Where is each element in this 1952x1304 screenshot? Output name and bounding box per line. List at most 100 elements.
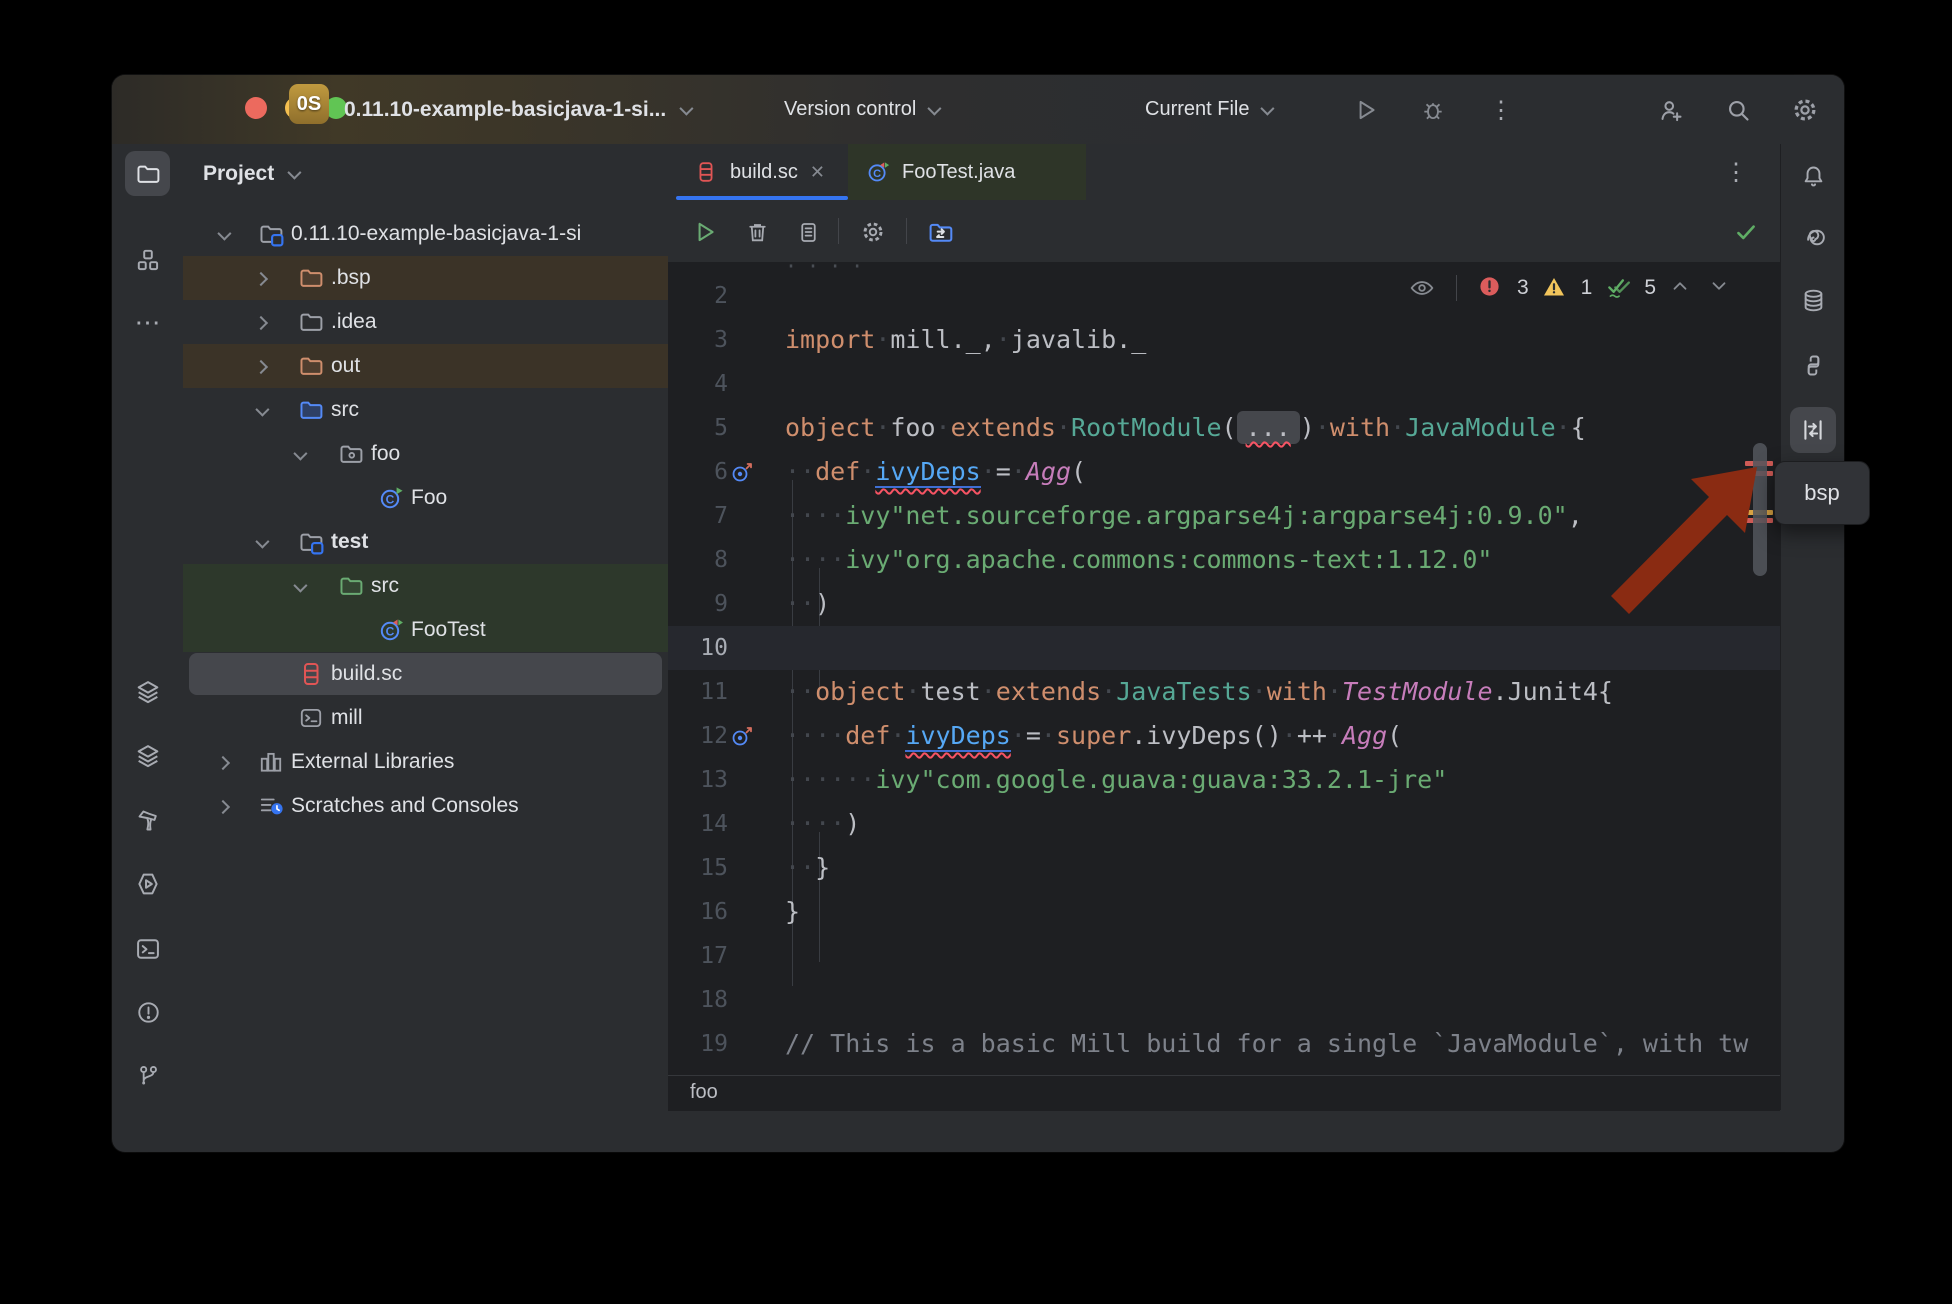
code-line-10[interactable]: 10: [668, 626, 1780, 670]
line-number: 7: [668, 494, 728, 538]
code-line-15[interactable]: 15··}: [668, 846, 1780, 890]
override-gutter-icon[interactable]: [730, 459, 756, 485]
next-problem-icon[interactable]: [1708, 275, 1734, 301]
load-changes-button[interactable]: [922, 214, 958, 250]
settings-button[interactable]: [1788, 93, 1822, 127]
chevron-right-icon[interactable]: [216, 756, 230, 770]
tree-row-external-libraries[interactable]: External Libraries: [183, 740, 668, 784]
more-toolwindows-button[interactable]: ⋯: [130, 304, 166, 340]
tab-options-icon[interactable]: ⋮: [1724, 144, 1748, 200]
highlighting-eye-icon[interactable]: [1409, 275, 1435, 301]
code-text: ····def·ivyDeps·=·super.ivyDeps()·++·Agg…: [785, 714, 1402, 758]
chevron-right-icon[interactable]: [254, 316, 268, 330]
tab-build-sc[interactable]: build.sc ✕: [676, 144, 848, 200]
breadcrumb-bar: foo: [668, 1075, 1780, 1111]
code-line-16[interactable]: 16}: [668, 890, 1780, 934]
problems-toolwindow-button[interactable]: [130, 994, 166, 1030]
git-toolwindow-button[interactable]: [130, 1058, 166, 1094]
search-everywhere-button[interactable]: [1721, 93, 1755, 127]
close-window-button[interactable]: [245, 97, 267, 119]
chevron-down-icon[interactable]: [255, 403, 269, 417]
code-area[interactable]: ···· 23import·mill._,·javalib._45object·…: [668, 262, 1780, 1075]
chevron-down-icon[interactable]: [255, 535, 269, 549]
code-line-6[interactable]: 6··def·ivyDeps·=·Agg(: [668, 450, 1780, 494]
tree-row-test[interactable]: test: [183, 520, 668, 564]
code-line-5[interactable]: 5object·foo·extends·RootModule(...)·with…: [668, 406, 1780, 450]
close-tab-icon[interactable]: ✕: [810, 162, 825, 183]
chevron-right-icon[interactable]: [254, 272, 268, 286]
code-line-8[interactable]: 8····ivy"org.apache.commons:commons-text…: [668, 538, 1780, 582]
project-icon: 0S: [289, 84, 329, 124]
chevron-down-icon[interactable]: [293, 579, 307, 593]
tree-row-mill[interactable]: mill: [183, 696, 668, 740]
debug-button[interactable]: [1416, 93, 1450, 127]
services-toolwindow-button[interactable]: [130, 866, 166, 902]
code-text: ····): [785, 802, 860, 846]
code-line-11[interactable]: 11··object·test·extends·JavaTests·with·T…: [668, 670, 1780, 714]
run-file-button[interactable]: [687, 214, 723, 250]
tab-footest-java[interactable]: C FooTest.java: [848, 144, 1086, 200]
tree-row-scratches-and-consoles[interactable]: Scratches and Consoles: [183, 784, 668, 828]
line-number: 12: [668, 714, 728, 758]
tree-row-foo[interactable]: CFoo: [183, 476, 668, 520]
folded-region[interactable]: ...: [1237, 411, 1300, 444]
dependencies-toolwindow-button[interactable]: [130, 674, 166, 710]
error-count: 3: [1517, 276, 1529, 300]
breadcrumb[interactable]: foo: [690, 1076, 718, 1109]
notifications-toolwindow-button[interactable]: [1795, 158, 1831, 194]
chevron-down-icon[interactable]: [293, 447, 307, 461]
build-toolwindow-button[interactable]: [130, 802, 166, 838]
tree-item-label: External Libraries: [291, 740, 454, 784]
project-toolwindow-button[interactable]: [125, 151, 170, 196]
tree-item-label: 0.11.10-example-basicjava-1-si: [291, 212, 581, 256]
code-line-12[interactable]: 12 ····def·ivyDeps·=·super.ivyDeps()·++·A…: [668, 714, 1780, 758]
code-line-18[interactable]: 18: [668, 978, 1780, 1022]
tree-row--idea[interactable]: .idea: [183, 300, 668, 344]
chevron-right-icon[interactable]: [216, 800, 230, 814]
project-switcher[interactable]: 0.11.10-example-basicjava-1-si...: [344, 75, 690, 144]
vcs-widget[interactable]: Version control: [784, 75, 938, 144]
code-line-19[interactable]: 19// This is a basic Mill build for a si…: [668, 1022, 1780, 1066]
build-settings-button[interactable]: [855, 214, 891, 250]
tree-item-label: test: [331, 520, 368, 564]
svg-text:C: C: [873, 168, 881, 180]
inspections-widget[interactable]: 3 1 5: [1409, 270, 1734, 306]
code-line-9[interactable]: 9··): [668, 582, 1780, 626]
tree-row-footest[interactable]: CFooTest: [183, 608, 668, 652]
prev-problem-icon[interactable]: [1669, 275, 1695, 301]
folder-package-icon: [338, 441, 364, 467]
override-gutter-icon[interactable]: [730, 723, 756, 749]
bsp-tooltip: bsp: [1774, 461, 1870, 525]
bsp-toolwindow-button[interactable]: [1790, 407, 1836, 453]
code-with-me-button[interactable]: [1654, 93, 1688, 127]
chevron-down-icon[interactable]: [217, 227, 231, 241]
editor-scrollbar[interactable]: [1753, 443, 1767, 576]
tree-row-0-11-10-example-basicjava-1-si[interactable]: 0.11.10-example-basicjava-1-si: [183, 212, 668, 256]
delete-button[interactable]: [739, 214, 775, 250]
database-toolwindow-button[interactable]: [1795, 282, 1831, 318]
structure-toolwindow-button[interactable]: [130, 242, 166, 278]
tree-row--bsp[interactable]: .bsp: [183, 256, 668, 300]
more-actions-button[interactable]: ⋮: [1484, 93, 1518, 127]
tree-row-out[interactable]: out: [183, 344, 668, 388]
run-configuration-select[interactable]: Current File: [1145, 75, 1271, 144]
tree-row-src[interactable]: src: [183, 388, 668, 432]
code-line-14[interactable]: 14····): [668, 802, 1780, 846]
chevron-right-icon[interactable]: [254, 360, 268, 374]
copy-output-button[interactable]: [790, 214, 826, 250]
tree-row-foo[interactable]: foo: [183, 432, 668, 476]
code-line-7[interactable]: 7····ivy"net.sourceforge.argparse4j:argp…: [668, 494, 1780, 538]
packages-toolwindow-button[interactable]: [130, 738, 166, 774]
run-button[interactable]: [1349, 93, 1383, 127]
code-line-17[interactable]: 17: [668, 934, 1780, 978]
ai-assistant-toolwindow-button[interactable]: [1795, 219, 1831, 255]
toolbar-divider: [906, 218, 907, 244]
code-line-13[interactable]: 13······ivy"com.google.guava:guava:33.2.…: [668, 758, 1780, 802]
terminal-toolwindow-button[interactable]: [130, 931, 166, 967]
code-line-3[interactable]: 3import·mill._,·javalib._: [668, 318, 1780, 362]
python-toolwindow-button[interactable]: [1795, 347, 1831, 383]
project-panel-header[interactable]: Project: [203, 152, 298, 196]
code-line-4[interactable]: 4: [668, 362, 1780, 406]
tree-row-src[interactable]: src: [183, 564, 668, 608]
tree-row-build-sc[interactable]: build.sc: [183, 652, 668, 696]
